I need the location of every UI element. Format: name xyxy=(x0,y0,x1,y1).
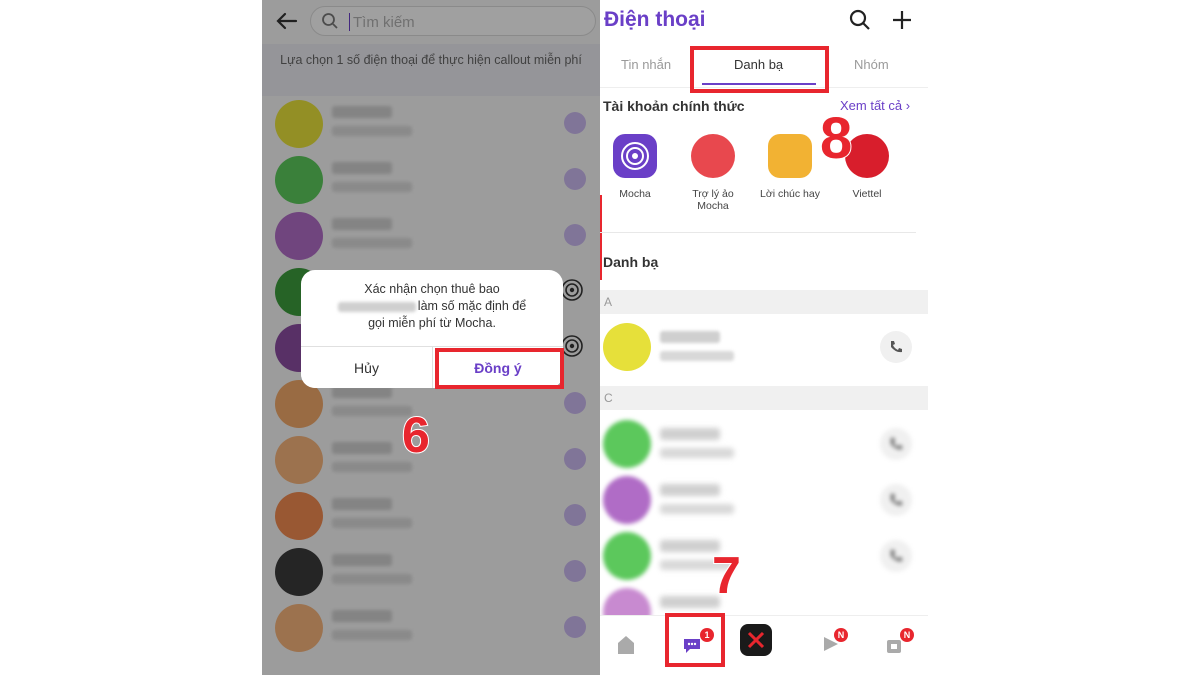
avatar xyxy=(603,476,651,524)
step-6-label: 6 xyxy=(401,407,431,463)
highlight-chat-nav xyxy=(665,613,725,667)
official-account-mocha[interactable]: Mocha xyxy=(600,134,670,200)
table-row[interactable] xyxy=(600,476,928,532)
contact-phone xyxy=(660,448,734,458)
account-label: Trợ lý ảo Mocha xyxy=(692,188,734,212)
new-badge: N xyxy=(834,628,848,642)
phone-icon xyxy=(891,494,902,506)
add-icon[interactable] xyxy=(890,8,914,32)
dialog-line-1: Xác nhận chọn thuê bao xyxy=(364,282,500,296)
contacts-section-title: Danh bạ xyxy=(603,254,659,270)
contact-name xyxy=(660,484,720,496)
chevron-right-icon: › xyxy=(905,98,911,113)
tab-messages[interactable]: Tin nhắn xyxy=(621,57,671,72)
table-row[interactable] xyxy=(600,420,928,476)
play-nav-button[interactable]: N xyxy=(812,626,848,662)
step-7-label: 7 xyxy=(711,547,742,605)
contact-name xyxy=(660,428,720,440)
video-app-icon[interactable] xyxy=(740,624,772,656)
avatar xyxy=(603,420,651,468)
phone-icon xyxy=(891,550,902,562)
cancel-button[interactable]: Hủy xyxy=(301,347,432,388)
x-logo-icon xyxy=(747,631,765,649)
official-account-assistant[interactable]: Trợ lý ảo Mocha xyxy=(678,134,748,212)
blurred-phone-number xyxy=(337,301,416,312)
contact-name xyxy=(660,596,720,608)
dialog-line-3: gọi miễn phí từ Mocha. xyxy=(368,316,496,330)
phone-icon xyxy=(891,438,902,450)
store-nav-button[interactable]: N xyxy=(876,626,914,662)
dialog-line-2-text: làm số mặc định để xyxy=(417,299,527,313)
step-8-label: 8 xyxy=(819,106,853,171)
phone-call-button[interactable] xyxy=(880,484,912,516)
new-badge: N xyxy=(900,628,914,642)
red-marker-line xyxy=(600,195,602,280)
account-label: Lời chúc hay xyxy=(759,188,820,200)
dialog-message: Xác nhận chọn thuê bao làm số mặc định đ… xyxy=(301,281,563,332)
contact-name xyxy=(660,540,720,552)
official-account-greetings[interactable]: Lời chúc hay xyxy=(755,134,825,200)
mocha-logo-icon xyxy=(613,134,657,178)
mascot-icon xyxy=(691,134,735,178)
contact-phone xyxy=(660,504,734,514)
official-accounts-title: Tài khoản chính thức xyxy=(603,98,745,114)
avatar xyxy=(603,532,651,580)
highlight-contacts-tab xyxy=(690,46,829,93)
contact-list-blurred xyxy=(600,310,928,636)
page-title: Điện thoại xyxy=(604,8,706,31)
account-label: Mocha xyxy=(619,188,651,200)
phone-call-button[interactable] xyxy=(880,540,912,572)
mocha-swirl-icon xyxy=(561,279,583,301)
tab-groups[interactable]: Nhóm xyxy=(854,57,889,72)
gift-icon xyxy=(768,134,812,178)
account-label: Viettel xyxy=(852,188,882,200)
bottom-navigation: 1 N N xyxy=(600,615,928,675)
home-icon[interactable] xyxy=(608,626,644,662)
divider xyxy=(600,232,916,233)
highlight-confirm-box xyxy=(435,348,564,389)
search-icon[interactable] xyxy=(848,8,872,32)
phone-screen: Điện thoại Tin nhắn Danh bạ Nhóm Tài kho… xyxy=(600,0,928,675)
table-row[interactable] xyxy=(600,532,928,588)
phone-call-button[interactable] xyxy=(880,428,912,460)
dialog-line-2: làm số mặc định để xyxy=(301,298,563,315)
